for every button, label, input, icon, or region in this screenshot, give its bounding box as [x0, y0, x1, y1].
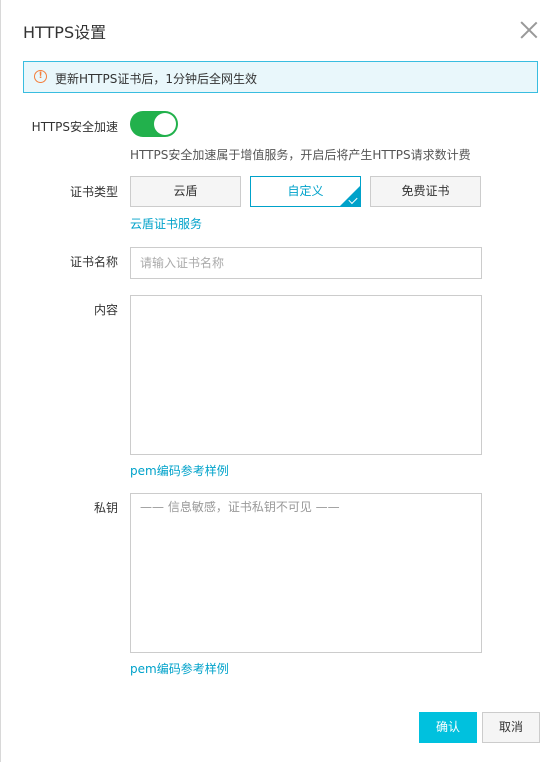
dialog-title: HTTPS设置 — [23, 23, 107, 42]
cert-type-option-custom[interactable]: 自定义 — [250, 176, 361, 207]
content-textarea[interactable] — [130, 295, 482, 455]
content-label: 内容 — [93, 303, 118, 317]
cert-type-label: 证书类型 — [69, 185, 118, 199]
warning-icon: ! — [34, 70, 47, 83]
private-key-label: 私钥 — [93, 501, 118, 515]
https-accel-label: HTTPS安全加速 — [31, 120, 118, 134]
cert-name-label: 证书名称 — [69, 255, 118, 269]
window-edge — [0, 0, 1, 762]
confirm-button[interactable]: 确认 — [419, 712, 477, 743]
cert-type-option-custom-label: 自定义 — [287, 184, 324, 198]
cert-name-input[interactable] — [130, 247, 482, 279]
https-accel-hint: HTTPS安全加速属于增值服务，开启后将产生HTTPS请求数计费 — [130, 148, 471, 162]
content-pem-example-link[interactable]: pem编码参考样例 — [130, 462, 229, 479]
cert-type-option-yundun[interactable]: 云盾 — [130, 176, 241, 207]
cert-service-link[interactable]: 云盾证书服务 — [130, 215, 202, 232]
private-key-pem-example-link[interactable]: pem编码参考样例 — [130, 660, 229, 677]
notice-text: 更新HTTPS证书后，1分钟后全网生效 — [55, 72, 257, 86]
https-accel-toggle[interactable] — [130, 111, 178, 137]
notice-banner: ! 更新HTTPS证书后，1分钟后全网生效 — [23, 61, 538, 93]
cert-type-option-free[interactable]: 免费证书 — [370, 176, 481, 207]
close-icon[interactable] — [520, 21, 538, 39]
private-key-textarea[interactable] — [130, 493, 482, 653]
cancel-button[interactable]: 取消 — [482, 712, 540, 743]
toggle-knob — [154, 113, 176, 135]
